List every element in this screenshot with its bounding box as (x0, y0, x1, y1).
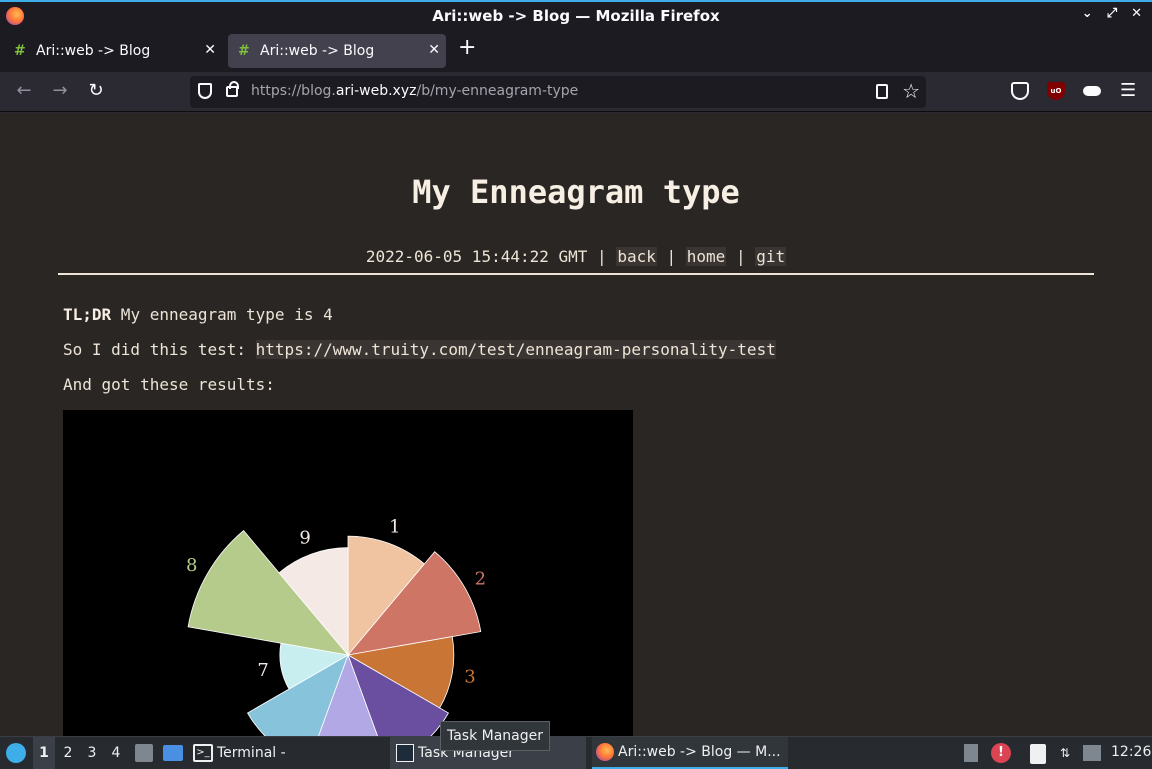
tab-label: Ari::web -> Blog (260, 43, 375, 59)
bookmark-star-icon[interactable]: ☆ (902, 79, 920, 103)
chart-label-3: 3 (464, 667, 475, 688)
clock[interactable]: 12:26 (1111, 744, 1151, 760)
new-tab-button[interactable]: + (458, 36, 476, 60)
desktop-3[interactable]: 3 (81, 737, 103, 769)
truity-test-link[interactable]: https://www.truity.com/test/enneagram-pe… (255, 340, 776, 359)
results-paragraph: And got these results: (63, 375, 275, 394)
window-titlebar: Ari::web -> Blog — Mozilla Firefox ⌄ ⤢ ✕ (0, 0, 1152, 30)
reader-view-icon[interactable] (876, 84, 888, 99)
header-divider (58, 273, 1094, 275)
forward-arrow-icon[interactable]: → (48, 80, 72, 101)
desktop-2[interactable]: 2 (57, 737, 79, 769)
chart-label-7: 7 (257, 660, 268, 681)
article-date: 2022-06-05 15:44:22 GMT (365, 247, 588, 266)
chart-label-9: 9 (299, 527, 310, 548)
clipboard-icon[interactable] (1030, 744, 1046, 764)
navigation-toolbar: ← → ↻ https://blog.ari-web.xyz/b/my-enne… (0, 72, 1152, 112)
close-tab-icon[interactable]: ✕ (204, 42, 216, 58)
desktop-1[interactable]: 1 (33, 737, 55, 769)
file-manager-icon[interactable] (135, 744, 153, 762)
task-firefox[interactable]: Ari::web -> Blog — M... (592, 737, 788, 769)
chart-label-8: 8 (186, 555, 197, 576)
task-manager-icon (396, 744, 414, 762)
task-terminal[interactable]: >_ Terminal - (193, 737, 286, 769)
test-paragraph: So I did this test: https://www.truity.c… (63, 340, 776, 359)
network-icon[interactable]: ⇅ (1060, 746, 1076, 762)
taskbar: 1 2 3 4 >_ Terminal - Task Manager Ari::… (0, 736, 1152, 769)
display-icon[interactable] (1083, 745, 1101, 761)
desktop-4[interactable]: 4 (105, 737, 127, 769)
enneagram-results-image: 123456789 (63, 410, 633, 736)
tab-1[interactable]: # Ari::web -> Blog ✕ (4, 34, 222, 68)
lock-icon[interactable] (226, 81, 239, 97)
chart-label-1: 1 (389, 516, 400, 537)
url-bar[interactable]: https://blog.ari-web.xyz/b/my-enneagram-… (190, 76, 926, 108)
hash-favicon-icon: # (14, 43, 26, 59)
folder-icon[interactable] (163, 745, 183, 761)
tab-2-active[interactable]: # Ari::web -> Blog ✕ (228, 34, 446, 68)
enneagram-polar-chart: 123456789 (186, 516, 486, 736)
url-text[interactable]: https://blog.ari-web.xyz/b/my-enneagram-… (251, 83, 578, 99)
pocket-icon[interactable] (1011, 82, 1029, 100)
terminal-icon: >_ (193, 744, 213, 762)
home-link[interactable]: home (685, 247, 727, 266)
chart-label-2: 2 (475, 569, 486, 590)
tldr-paragraph: TL;DR My enneagram type is 4 (63, 305, 333, 324)
tab-label: Ari::web -> Blog (36, 43, 151, 59)
task-manager-tooltip: Task Manager (440, 721, 550, 751)
close-window-button[interactable]: ✕ (1131, 6, 1142, 21)
tab-strip: # Ari::web -> Blog ✕ # Ari::web -> Blog … (0, 30, 1152, 72)
firefox-icon (596, 743, 614, 761)
article-meta: 2022-06-05 15:44:22 GMT | back | home | … (365, 247, 787, 266)
shield-icon[interactable] (198, 83, 212, 99)
tray-expand-icon[interactable] (964, 744, 978, 762)
git-link[interactable]: git (755, 247, 787, 266)
app-launcher-icon[interactable] (6, 743, 26, 763)
window-title: Ari::web -> Blog — Mozilla Firefox (432, 7, 720, 25)
back-arrow-icon[interactable]: ← (12, 80, 36, 101)
firefox-icon (6, 7, 24, 25)
hash-favicon-icon: # (238, 43, 250, 59)
reload-icon[interactable]: ↻ (84, 80, 108, 101)
article-title: My Enneagram type (412, 173, 740, 211)
close-tab-icon[interactable]: ✕ (428, 42, 440, 58)
ublock-origin-icon[interactable]: uO (1047, 82, 1065, 100)
private-mask-icon[interactable] (1083, 86, 1101, 96)
hamburger-menu-icon[interactable]: ☰ (1120, 80, 1136, 101)
minimize-button[interactable]: ⌄ (1082, 6, 1093, 21)
back-link[interactable]: back (616, 247, 657, 266)
maximize-button[interactable]: ⤢ (1107, 6, 1117, 21)
page-content: My Enneagram type 2022-06-05 15:44:22 GM… (0, 113, 1152, 736)
notification-alert-icon[interactable]: ! (991, 743, 1011, 763)
